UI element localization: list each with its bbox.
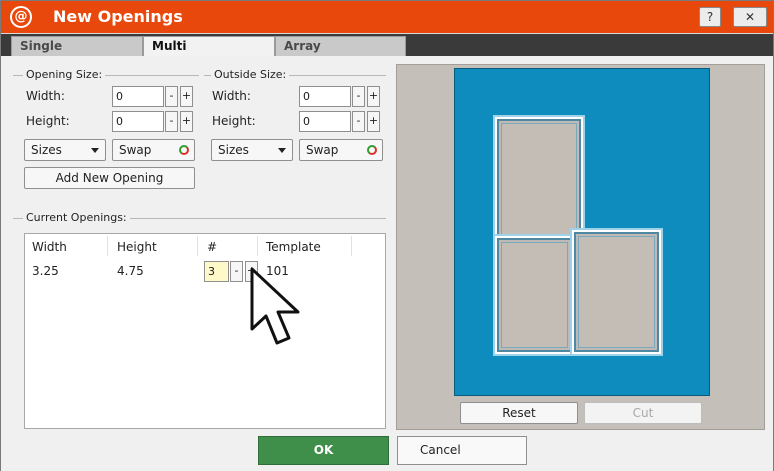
close-button[interactable]: ✕	[733, 7, 767, 27]
tab-single[interactable]: Single	[11, 36, 143, 56]
outside-width-input[interactable]: 0	[299, 86, 351, 107]
outside-sizes-label: Sizes	[218, 143, 249, 157]
mat-opening-top-left[interactable]	[495, 117, 583, 241]
outside-swap-label: Swap	[306, 143, 339, 157]
row-count-decrement-button[interactable]: -	[230, 261, 243, 282]
row-count-input[interactable]: 3	[204, 261, 229, 282]
mat-opening-bottom-left[interactable]	[495, 236, 574, 354]
opening-height-increment-button[interactable]: +	[180, 111, 193, 132]
cancel-button[interactable]: Cancel	[397, 436, 527, 465]
title-bar[interactable]: @ New Openings ? ✕	[1, 1, 773, 33]
tab-array[interactable]: Array	[275, 36, 406, 56]
swap-icon	[367, 145, 377, 155]
chevron-down-icon	[278, 148, 286, 153]
tab-multi[interactable]: Multi	[143, 36, 275, 56]
mat-opening-bottom-right[interactable]	[572, 230, 661, 354]
mouse-pointer-icon	[250, 267, 300, 345]
chevron-down-icon	[91, 148, 99, 153]
opening-sizes-label: Sizes	[31, 143, 62, 157]
outside-height-increment-button[interactable]: +	[367, 111, 380, 132]
column-header-template[interactable]: Template	[266, 240, 321, 254]
column-header-count[interactable]: #	[207, 240, 217, 254]
column-separator	[351, 236, 352, 256]
app-logo-icon: @	[10, 6, 32, 28]
add-new-opening-button[interactable]: Add New Opening	[24, 167, 195, 189]
help-button[interactable]: ?	[699, 7, 721, 27]
outside-width-increment-button[interactable]: +	[367, 86, 380, 107]
dialog-title: New Openings	[53, 7, 183, 26]
reset-button[interactable]: Reset	[460, 402, 578, 424]
cut-button[interactable]: Cut	[584, 402, 702, 424]
opening-height-decrement-button[interactable]: -	[165, 111, 178, 132]
outside-width-decrement-button[interactable]: -	[352, 86, 365, 107]
swap-icon	[179, 145, 189, 155]
opening-sizes-dropdown[interactable]: Sizes	[24, 139, 106, 161]
opening-inner	[501, 242, 568, 348]
column-header-width[interactable]: Width	[32, 240, 67, 254]
opening-swap-label: Swap	[119, 143, 152, 157]
current-openings-legend: Current Openings:	[23, 211, 130, 224]
opening-width-input[interactable]: 0	[112, 86, 164, 107]
outside-sizes-dropdown[interactable]: Sizes	[211, 139, 293, 161]
outside-height-label: Height:	[212, 114, 256, 128]
outside-height-input[interactable]: 0	[299, 111, 351, 132]
opening-height-input[interactable]: 0	[112, 111, 164, 132]
outside-width-label: Width:	[212, 89, 251, 103]
opening-width-increment-button[interactable]: +	[180, 86, 193, 107]
new-openings-dialog: @ New Openings ? ✕ Single Multi Array Op…	[0, 0, 774, 471]
column-separator	[197, 236, 198, 256]
column-header-height[interactable]: Height	[117, 240, 157, 254]
opening-inner	[578, 236, 655, 348]
tab-bar: Single Multi Array	[1, 34, 773, 56]
opening-inner	[501, 123, 577, 235]
opening-size-legend: Opening Size:	[23, 68, 106, 81]
opening-height-label: Height:	[26, 114, 70, 128]
opening-width-decrement-button[interactable]: -	[165, 86, 178, 107]
opening-width-label: Width:	[26, 89, 65, 103]
outside-swap-button[interactable]: Swap	[299, 139, 383, 161]
current-openings-table[interactable]: Width Height # Template 3.25 4.75 3 - + …	[24, 233, 386, 429]
column-separator	[257, 236, 258, 256]
outside-height-decrement-button[interactable]: -	[352, 111, 365, 132]
outside-size-legend: Outside Size:	[211, 68, 290, 81]
opening-swap-button[interactable]: Swap	[112, 139, 195, 161]
ok-button[interactable]: OK	[258, 436, 389, 465]
row-width-cell: 3.25	[32, 264, 59, 278]
column-separator	[107, 236, 108, 256]
row-height-cell: 4.75	[117, 264, 144, 278]
